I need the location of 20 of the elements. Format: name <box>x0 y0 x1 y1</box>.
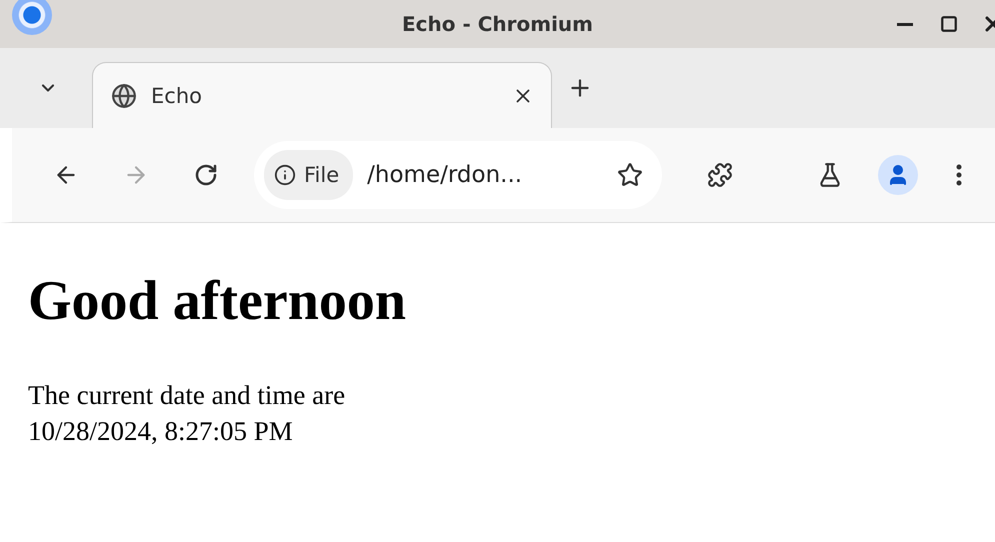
info-icon <box>274 164 296 186</box>
page-heading: Good afternoon <box>28 269 407 333</box>
maximize-icon <box>940 15 958 33</box>
window-title: Echo - Chromium <box>402 12 593 36</box>
browser-logo-icon <box>12 0 52 35</box>
date-time-text: 10/28/2024, 8:27:05 PM <box>28 415 294 448</box>
tab-title: Echo <box>151 84 203 108</box>
address-text: /home/rdon... <box>367 162 524 188</box>
browser-tab[interactable]: Echo <box>92 62 552 128</box>
flask-icon <box>817 162 843 188</box>
star-icon <box>617 162 643 188</box>
profile-avatar-button[interactable] <box>878 155 918 195</box>
date-time-text: The current date and time are <box>28 379 346 412</box>
reload-icon <box>194 163 218 187</box>
minimize-icon <box>897 22 913 26</box>
puzzle-icon <box>707 162 733 188</box>
menu-dots-icon <box>956 164 962 186</box>
address-bar[interactable]: File /home/rdon... <box>254 141 662 209</box>
globe-icon <box>111 82 137 108</box>
site-info-button[interactable]: File <box>264 150 354 200</box>
